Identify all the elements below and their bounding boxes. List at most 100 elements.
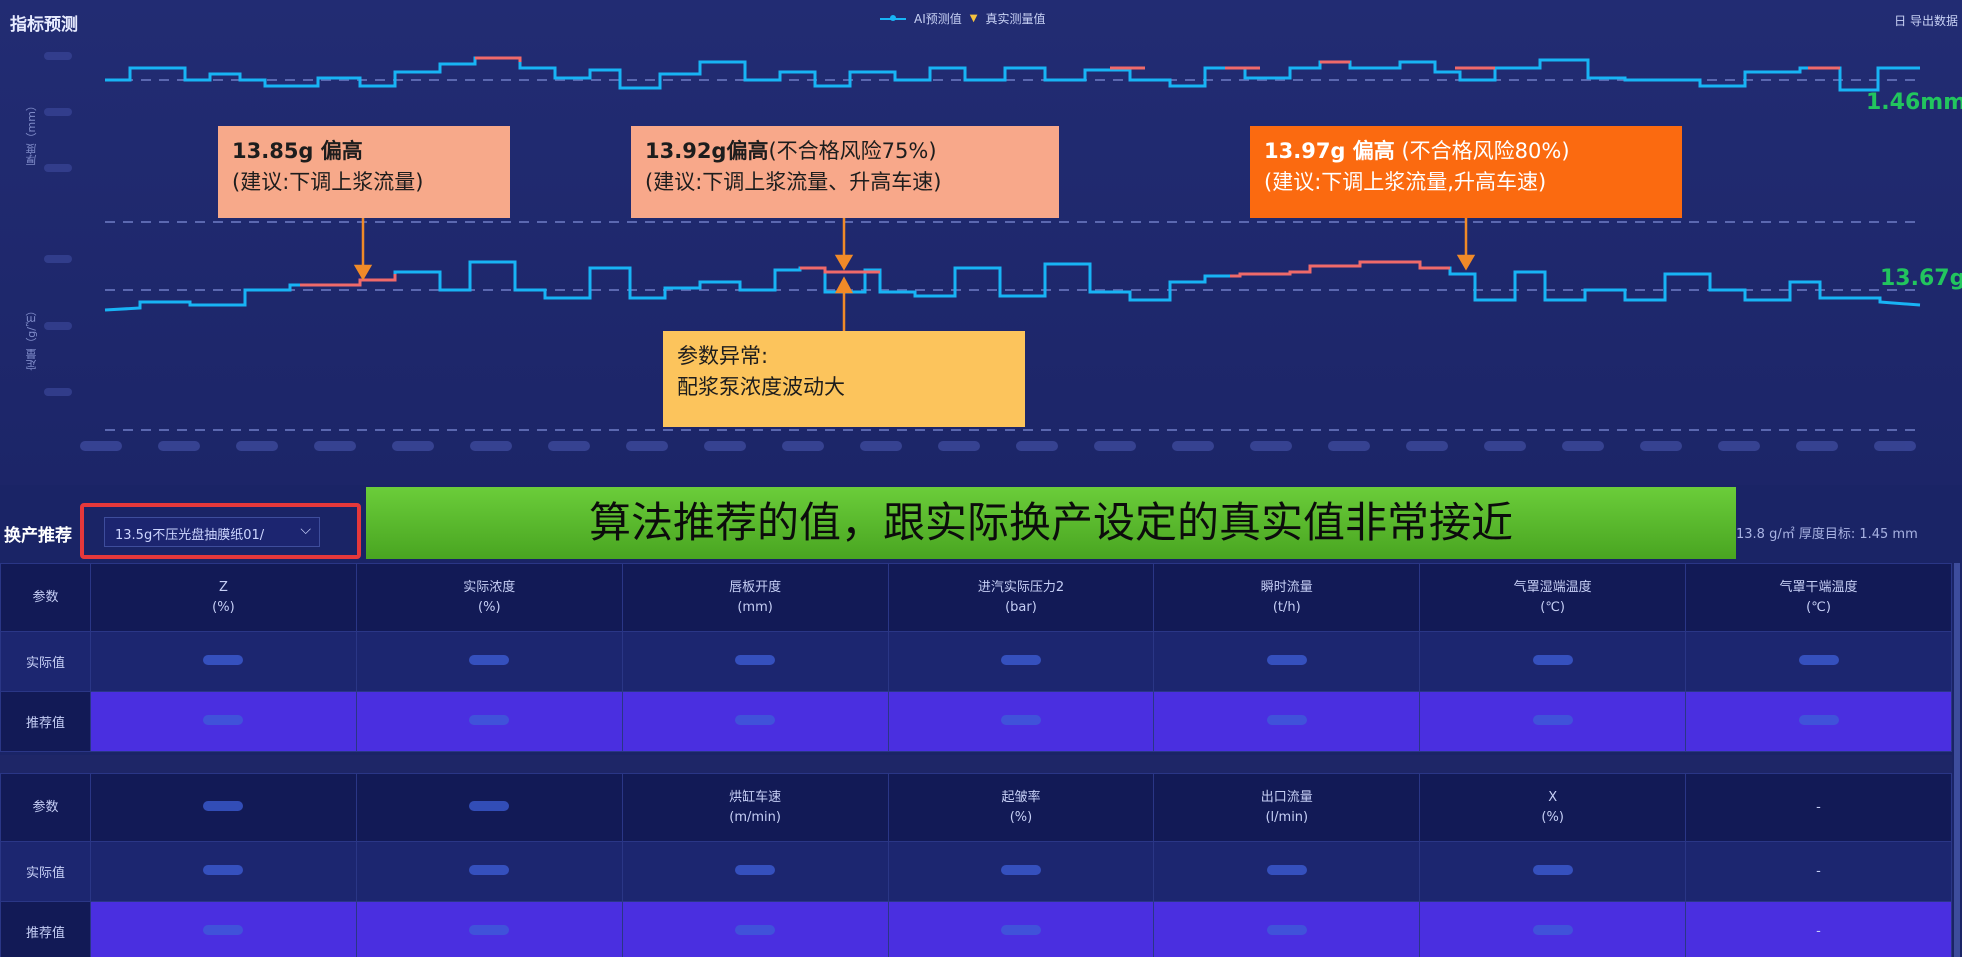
weight-end-value: 13.67g [1880,266,1962,291]
arrow-head [1456,254,1476,271]
param-header: - [1685,773,1952,842]
annotation-anomaly-detail: 配浆泵浓度波动大 [677,375,845,399]
blurred-value [355,901,623,957]
param-name: 起皱率 [1001,789,1041,805]
param-header: 气罩湿端温度 (℃) [1419,563,1687,632]
callout-banner: 算法推荐的值，跟实际换产设定的真实值非常接近 [366,487,1736,559]
x-tick-label [1562,441,1604,451]
row-label: 推荐值 [0,691,91,752]
param-header: 出口流量 (l/min) [1153,773,1421,842]
annotation-risk: (不合格风险80%) [1394,139,1570,163]
alert-segment [475,56,522,62]
blurred-value [621,691,889,752]
blurred-value [1153,901,1421,957]
table-row: 推荐值 [0,691,1952,752]
blurred-value [621,841,889,902]
section-title: 换产推荐 [4,526,72,546]
param-unit: (%) [478,599,501,615]
row-label: 推荐值 [0,901,91,957]
x-tick-label [1406,441,1448,451]
thickness-series-line [105,56,1920,92]
param-header [355,773,623,842]
y-tick-label [44,322,72,330]
blurred-value [1685,631,1952,692]
target-values: 13.8 g/㎡ 厚度目标: 1.45 mm [1736,527,1918,542]
product-select-value: 13.5g不压光盘抽膜纸01/ [115,528,265,543]
annotation-suggestion: (建议:下调上浆流量,升高车速) [1264,170,1547,194]
x-tick-label [314,441,356,451]
param-name: 进汽实际压力2 [977,579,1065,595]
empty-value: - [1685,901,1952,957]
blurred-value [1419,691,1687,752]
weight-alert-segments [300,260,1450,287]
vertical-scrollbar[interactable] [1954,563,1960,957]
annotation-headline: 13.85g 偏高 [232,139,363,163]
annotation-arrows [353,218,1476,331]
param-header: Z (%) [90,563,357,632]
blurred-value [1153,691,1421,752]
y-tick-label [44,108,72,116]
x-tick-label [1874,441,1916,451]
y-tick-labels [44,52,72,396]
annotation-suggestion: (建议:下调上浆流量) [232,170,424,194]
blurred-value [887,631,1155,692]
x-tick-label [1484,441,1526,451]
chevron-down-icon: ⌵ [300,522,311,538]
param-unit: (t/h) [1272,599,1301,615]
x-tick-label [1718,441,1760,451]
param-name: 出口流量 [1260,789,1313,805]
x-tick-label [1796,441,1838,451]
x-tick-label [80,441,122,451]
row-label: 实际值 [0,631,91,692]
annotation-high-3: 13.97g 偏高 (不合格风险80%) (建议:下调上浆流量,升高车速) [1250,126,1682,218]
arrow-head [834,276,854,294]
screen-root: 指标预测 AI预测值 ▼ 真实测量值 日 导出数据 厚度（mm） 定量（g/㎡） [0,0,1962,957]
param-header: 气罩干端温度 (℃) [1685,563,1952,632]
blurred-value [1419,901,1687,957]
blurred-value [90,631,357,692]
param-header: 烘缸车速 (m/min) [621,773,889,842]
x-tick-label [782,441,824,451]
param-name: 瞬时流量 [1260,579,1313,595]
thickness-end-value: 1.46mm [1866,90,1962,115]
param-name: 唇板开度 [729,579,782,595]
blurred-value [1419,841,1687,902]
product-select[interactable]: 13.5g不压光盘抽膜纸01/ ⌵ [104,517,320,547]
alert-segment [300,274,397,287]
arrow-head [353,264,373,281]
weight-series-line [104,260,1921,312]
x-tick-label [1094,441,1136,451]
row-label: 参数 [0,773,91,842]
y-tick-label [44,255,72,263]
x-tick-labels [80,441,1916,451]
param-unit: (%) [1009,809,1033,825]
x-tick-label [1328,441,1370,451]
annotation-headline: 13.97g 偏高 [1264,139,1395,163]
annotation-suggestion: (建议:下调上浆流量、升高车速) [645,170,942,194]
y-tick-label [44,388,72,396]
blurred-value [1419,631,1687,692]
x-tick-label [548,441,590,451]
blurred-value [90,691,357,752]
x-tick-label [626,441,668,451]
table-spacer [0,755,1952,773]
blurred-value [1153,631,1421,692]
param-name: - [1816,799,1821,815]
annotation-risk: (不合格风险75%) [768,139,937,163]
blurred-value [355,841,623,902]
x-tick-label [392,441,434,451]
param-header [90,773,357,842]
annotation-headline: 13.92g偏高 [645,139,769,163]
param-name: Z [218,579,228,595]
table-row: 参数 烘缸车速 (m/min) 起皱率 (%) 出口流量 (l/min) X (%) - [0,773,1952,842]
blurred-value [1685,691,1952,752]
param-unit: (%) [1541,809,1564,825]
param-header: 瞬时流量 (t/h) [1153,563,1421,632]
arrow-head [834,254,854,271]
param-name: 烘缸车速 [729,789,782,805]
x-tick-label [1016,441,1058,451]
param-unit: (bar) [1005,599,1037,615]
x-tick-label [860,441,902,451]
table-row: 推荐值 - [0,901,1952,957]
param-name: X [1548,789,1558,805]
